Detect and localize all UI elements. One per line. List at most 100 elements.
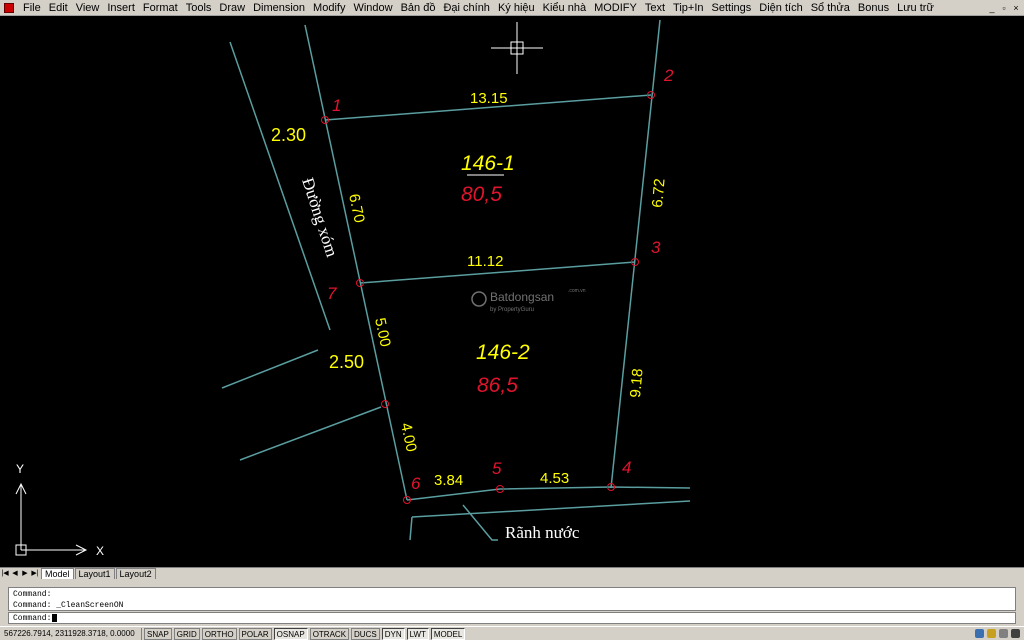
canal-edge-line (409, 516, 413, 541)
drawing-canvas[interactable]: 1 2 3 4 5 6 7 13.15 11.12 3.84 4.53 6.72… (0, 16, 1024, 567)
menu-item[interactable]: Text (641, 0, 669, 16)
dim-1-2: 13.15 (470, 90, 508, 107)
menu-item[interactable]: Lưu trữ (893, 0, 938, 16)
road-label: Đường xóm (298, 175, 341, 259)
tab-layout2[interactable]: Layout2 (115, 568, 156, 579)
menu-item[interactable]: Bonus (854, 0, 893, 16)
dim-8-6: 4.00 (397, 421, 420, 453)
restore-icon[interactable]: ▫ (999, 3, 1009, 13)
drawing-svg[interactable]: 1 2 3 4 5 6 7 13.15 11.12 3.84 4.53 6.72… (0, 16, 1024, 567)
menu-item[interactable]: Settings (708, 0, 756, 16)
status-toggle-osnap[interactable]: OSNAP (273, 627, 308, 640)
parcel-lines (221, 19, 691, 541)
parcel-1-area: 80,5 (461, 183, 502, 206)
menu-item[interactable]: Tip+In (669, 0, 707, 16)
parcel-1-id: 146-1 (461, 152, 515, 175)
menu-item[interactable]: Tools (182, 0, 216, 16)
dim-4-3: 9.18 (627, 368, 646, 399)
text-cursor (52, 613, 58, 622)
menu-item[interactable]: Edit (45, 0, 72, 16)
menu-item[interactable]: MODIFY (590, 0, 641, 16)
watermark-icon (471, 291, 487, 307)
menu-item[interactable]: File (19, 0, 45, 16)
menu-item[interactable]: Window (349, 0, 396, 16)
status-toggle-model[interactable]: MODEL (430, 627, 466, 640)
crosshair-cursor (491, 22, 543, 74)
dim-2-3: 6.72 (649, 178, 668, 209)
tray-settings-icon[interactable] (999, 629, 1008, 638)
menu-item[interactable]: Format (139, 0, 182, 16)
ucs-y-label: Y (16, 462, 24, 476)
status-toggles: SNAP GRID ORTHO POLAR OSNAP OTRACK DUCS DYN LWT M… (142, 627, 466, 640)
dim-1-7: 6.70 (345, 192, 368, 224)
point-label-6: 6 (411, 474, 421, 493)
command-history-line: Command: (13, 590, 52, 599)
status-bar: 567226.7914, 2311928.3718, 0.0000 SNAP GR… (0, 626, 1024, 640)
command-history: Command: Command: _CleanScreenON (8, 587, 1016, 611)
point-label-5: 5 (492, 459, 502, 478)
branch-line-a (221, 349, 319, 389)
app-icon[interactable] (1, 1, 17, 15)
menu-item[interactable]: Insert (103, 0, 139, 16)
point-label-4: 4 (622, 458, 631, 477)
point-label-7: 7 (327, 284, 337, 303)
menu-item[interactable]: Draw (215, 0, 249, 16)
first-tab-icon[interactable]: |◀ (0, 569, 10, 579)
status-tray (975, 629, 1024, 638)
menu-item[interactable]: Bản đồ (397, 0, 440, 16)
watermark-sub: by PropertyGuru (490, 307, 534, 313)
point-label-2: 2 (663, 66, 674, 85)
menu-item[interactable]: Diện tích (755, 0, 806, 16)
minimize-icon[interactable]: _ (987, 3, 997, 13)
menu-item[interactable]: Kiểu nhà (539, 0, 590, 16)
menu-item[interactable]: Ký hiệu (494, 0, 539, 16)
canal-line (411, 500, 691, 518)
close-icon[interactable]: × (1011, 3, 1021, 13)
parcel-2-area: 86,5 (477, 374, 518, 397)
point-label-3: 3 (651, 238, 661, 257)
next-tab-icon[interactable]: ▶ (20, 569, 30, 579)
dim-5-4: 4.53 (540, 470, 569, 487)
menu-item[interactable]: Sổ thửa (807, 0, 854, 16)
ucs-icon (15, 482, 88, 556)
dim-road-bottom: 2.50 (329, 352, 364, 372)
status-toggle-grid[interactable]: GRID (173, 627, 200, 640)
lock-icon[interactable] (975, 629, 984, 638)
command-history-line: Command: _CleanScreenON (13, 601, 124, 610)
vertex-8[interactable] (381, 400, 389, 408)
command-input[interactable]: Command: (8, 612, 1016, 624)
menu-item[interactable]: View (72, 0, 104, 16)
watermark-domain: .com.vn (568, 288, 586, 294)
clean-screen-icon[interactable] (1011, 629, 1020, 638)
watermark-brand: Batdongsan (490, 290, 554, 304)
menu-item[interactable]: Dimension (249, 0, 309, 16)
point-label-1: 1 (332, 96, 341, 115)
status-toggle-ortho[interactable]: ORTHO (201, 627, 237, 640)
status-toggle-snap[interactable]: SNAP (144, 627, 172, 640)
status-toggle-polar[interactable]: POLAR (238, 627, 272, 640)
parcel-2-id: 146-2 (476, 341, 530, 364)
comm-center-icon[interactable] (987, 629, 996, 638)
menu-item[interactable]: Modify (309, 0, 349, 16)
prev-tab-icon[interactable]: ◀ (10, 569, 20, 579)
dim-6-5: 3.84 (434, 472, 463, 489)
tab-model[interactable]: Model (41, 568, 74, 579)
dim-7-3: 11.12 (467, 253, 503, 270)
menu-bar: File Edit View Insert Format Tools Draw Dimensi… (0, 0, 1024, 16)
status-toggle-otrack[interactable]: OTRACK (309, 627, 350, 640)
menu-item[interactable]: Đại chính (439, 0, 493, 16)
ucs-x-label: X (96, 544, 104, 558)
coordinate-readout: 567226.7914, 2311928.3718, 0.0000 (0, 627, 142, 640)
dim-7-8: 5.00 (371, 316, 394, 348)
canal-leader-line (462, 504, 498, 541)
tab-layout1[interactable]: Layout1 (74, 568, 115, 579)
status-toggle-lwt[interactable]: LWT (406, 627, 429, 640)
watermark: Batdongsan by PropertyGuru .com.vn (471, 288, 586, 313)
last-tab-icon[interactable]: ▶| (30, 569, 40, 579)
menu-items: File Edit View Insert Format Tools Draw Dimensi… (19, 0, 938, 16)
window-controls: _ ▫ × (987, 3, 1024, 13)
canal-label: Rãnh nước (505, 523, 580, 542)
branch-line-b (239, 406, 382, 461)
status-toggle-ducs[interactable]: DUCS (351, 627, 380, 640)
status-toggle-dyn[interactable]: DYN (381, 627, 405, 640)
